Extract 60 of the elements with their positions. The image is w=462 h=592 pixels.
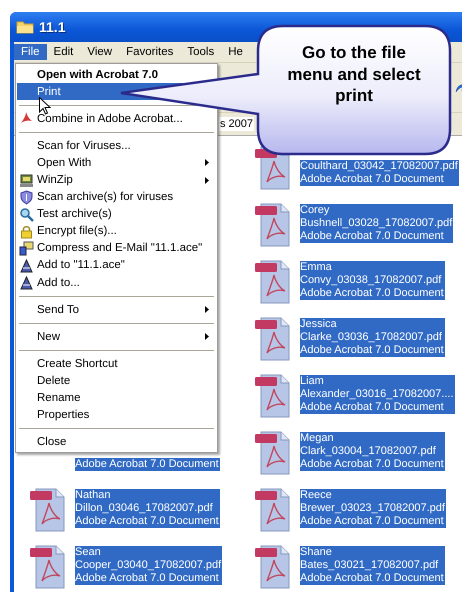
file-label[interactable]: Corey Bushnell_03028_17082007.pdf Adobe Acrobat 7.0 Document	[300, 204, 454, 243]
shield-icon	[19, 190, 34, 205]
menu-item[interactable]: Send To	[17, 301, 216, 318]
submenu-arrow-icon	[205, 176, 209, 184]
file-label[interactable]: Liam Alexander_03016_17082007.... Adobe Acrobat 7.0 Document	[300, 375, 455, 414]
menu-item[interactable]: View	[80, 44, 120, 60]
menu-item[interactable]: Close	[17, 434, 216, 451]
menu-item[interactable]: Combine in Adobe Acrobat...	[17, 110, 216, 128]
menu-item[interactable]: Edit	[46, 44, 80, 60]
menu-item[interactable]: File	[14, 44, 47, 60]
pdf-file-icon	[30, 488, 64, 532]
pdf-file-icon	[255, 260, 290, 304]
archive-icon	[19, 275, 34, 290]
menu-item[interactable]: Open With	[17, 154, 216, 172]
magnifier-icon	[19, 206, 34, 222]
lock-icon	[19, 224, 34, 239]
menu-item[interactable]: He	[221, 44, 250, 60]
pdf-file-icon	[255, 488, 290, 532]
file-label[interactable]: Jessica Clarke_03036_17082007.pdf Adobe Acrobat 7.0 Document	[300, 318, 445, 357]
mail-archive-icon	[19, 240, 34, 256]
submenu-arrow-icon	[205, 159, 209, 166]
menu-item[interactable]: Encrypt file(s)...	[17, 222, 216, 240]
mouse-pointer-icon	[39, 97, 51, 115]
menu-item[interactable]: Properties	[17, 406, 216, 424]
file-label[interactable]: Shane Bates_03021_17082007.pdf Adobe Acrobat 7.0 Document	[300, 546, 445, 585]
file-label[interactable]: Emma Convy_03038_17082007.pdf Adobe Acrobat 7.0 Document	[300, 261, 445, 300]
file-label[interactable]: Sean Cooper_03040_17082007.pdf Adobe Acrobat 7.0 Document	[75, 546, 222, 585]
menu-item[interactable]: Rename	[17, 390, 216, 407]
pdf-file-icon	[255, 374, 290, 418]
menu-item[interactable]: Create Shortcut	[17, 355, 216, 372]
archive-icon	[19, 258, 34, 273]
file-label[interactable]: Megan Clark_03004_17082007.pdf Adobe Acrobat 7.0 Document	[300, 432, 445, 471]
pdf-file-icon	[255, 546, 290, 588]
menu-item[interactable]: WinZip	[17, 171, 216, 189]
pdf-file-icon	[255, 318, 290, 360]
menu-item[interactable]: Add to...	[17, 274, 216, 292]
pdf-file-icon	[30, 546, 64, 588]
menu-item[interactable]: Scan for Viruses...	[17, 137, 216, 154]
menu-item[interactable]: Open with Acrobat 7.0	[17, 66, 216, 84]
file-label[interactable]: Nathan Dillon_03046_17082007.pdf Adobe Acrobat 7.0 Document	[75, 489, 220, 528]
address-text: s 2007	[219, 117, 254, 131]
file-label[interactable]: Reece Brewer_03023_17082007.pdf Adobe Acrobat 7.0 Document	[300, 489, 446, 528]
menu-item[interactable]: Add to "11.1.ace"	[17, 256, 216, 274]
pdf-file-icon	[255, 432, 290, 474]
menu-item[interactable]: Test archive(s)	[17, 206, 216, 223]
file-label[interactable]: Coulthard_03042_17082007.pdf Adobe Acrobat 7.0 Document	[300, 160, 459, 186]
menu-item[interactable]: New	[17, 328, 216, 346]
menu-item[interactable]: Favorites	[119, 44, 180, 60]
menu-item[interactable]: Delete	[17, 372, 216, 390]
menu-item[interactable]: Tools	[180, 44, 222, 60]
file-label[interactable]: Adobe Acrobat 7.0 Document	[75, 458, 220, 471]
submenu-arrow-icon	[205, 333, 209, 340]
window-title: 11.1	[39, 19, 66, 35]
pdf-file-icon	[255, 204, 290, 246]
folder-icon	[16, 20, 34, 34]
computer-icon	[19, 172, 34, 188]
menu-item[interactable]: Compress and E-Mail "11.1.ace"	[17, 240, 216, 257]
menu-item[interactable]: Scan archive(s) for viruses	[17, 188, 216, 206]
submenu-arrow-icon	[205, 306, 209, 314]
callout-text: Go to the file menu and select print	[286, 42, 422, 106]
